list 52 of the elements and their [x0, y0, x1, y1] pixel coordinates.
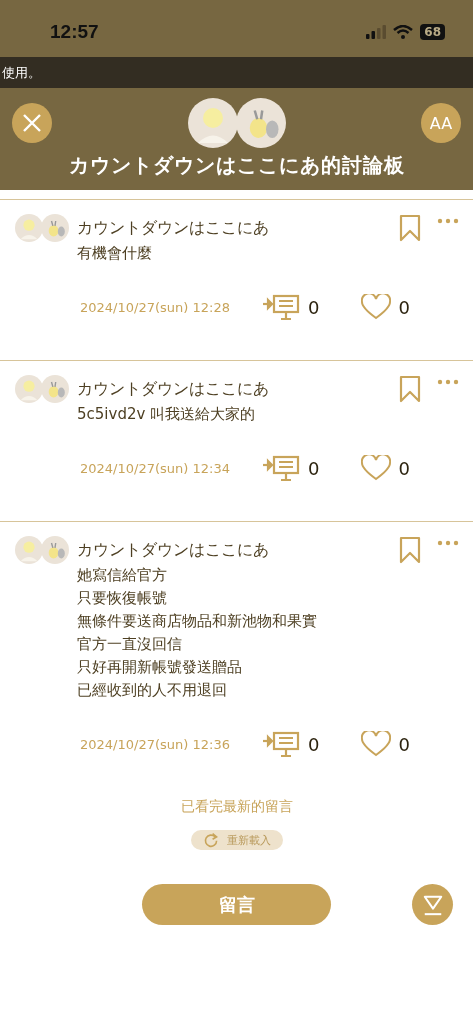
status-time: 12:57 [50, 20, 99, 43]
reload-icon [202, 832, 219, 848]
signal-icon [366, 24, 387, 39]
avatar [187, 98, 238, 148]
post-text: 只要恢復帳號 [77, 588, 168, 609]
avatar [15, 214, 43, 242]
author-name: カウントダウンはここにあ [77, 217, 270, 239]
post-text: 有機會什麼 [77, 243, 153, 264]
more-icon[interactable] [437, 218, 459, 224]
post-text: 官方一直沒回信 [77, 634, 183, 655]
avatar [41, 214, 69, 242]
reply-count: 0 [308, 733, 320, 755]
post-date: 2024/10/27(sun) 12:34 [80, 460, 231, 476]
more-icon[interactable] [437, 379, 459, 385]
author-name: カウントダウンはここにあ [77, 378, 270, 400]
heart-icon[interactable] [360, 455, 391, 481]
avatar [41, 375, 69, 403]
comment-button[interactable]: 留言 [142, 884, 331, 925]
post-date: 2024/10/27(sun) 12:28 [80, 299, 231, 315]
font-size-button[interactable]: AA [421, 103, 461, 143]
close-button[interactable] [12, 103, 52, 143]
post-text: 無條件要送商店物品和新池物和果實 [77, 611, 318, 632]
like-count: 0 [398, 457, 410, 479]
heart-icon[interactable] [360, 731, 391, 757]
author-name: カウントダウンはここにあ [77, 539, 270, 561]
wifi-icon [393, 24, 414, 39]
heart-icon[interactable] [360, 294, 391, 320]
bookmark-icon[interactable] [399, 375, 421, 403]
post-text: 5c5ivd2v 叫我送給大家的 [77, 404, 257, 425]
end-notice: 已看完最新的留言 [179, 798, 294, 816]
like-count: 0 [398, 296, 410, 318]
reply-count: 0 [308, 296, 320, 318]
reload-button[interactable]: 重新載入 [190, 830, 283, 850]
banner-text: 使用。 [2, 63, 41, 82]
bookmark-icon[interactable] [399, 214, 421, 242]
post-text: 她寫信給官方 [77, 565, 168, 586]
scroll-bottom-button[interactable] [412, 884, 453, 925]
bookmark-icon[interactable] [399, 536, 421, 564]
post-date: 2024/10/27(sun) 12:36 [80, 736, 231, 752]
battery-level: 68 [420, 23, 445, 40]
avatar [15, 536, 43, 564]
post-text: 只好再開新帳號發送贈品 [77, 657, 243, 678]
avatar [41, 536, 69, 564]
close-icon [22, 113, 42, 133]
post-text: 已經收到的人不用退回 [77, 680, 228, 701]
reply-count: 0 [308, 457, 320, 479]
more-icon[interactable] [437, 540, 459, 546]
board-title: カウントダウンはここにあ的討論板 [67, 152, 406, 179]
avatar [235, 98, 286, 148]
scroll-down-icon [421, 893, 444, 916]
like-count: 0 [398, 733, 410, 755]
avatar [15, 375, 43, 403]
